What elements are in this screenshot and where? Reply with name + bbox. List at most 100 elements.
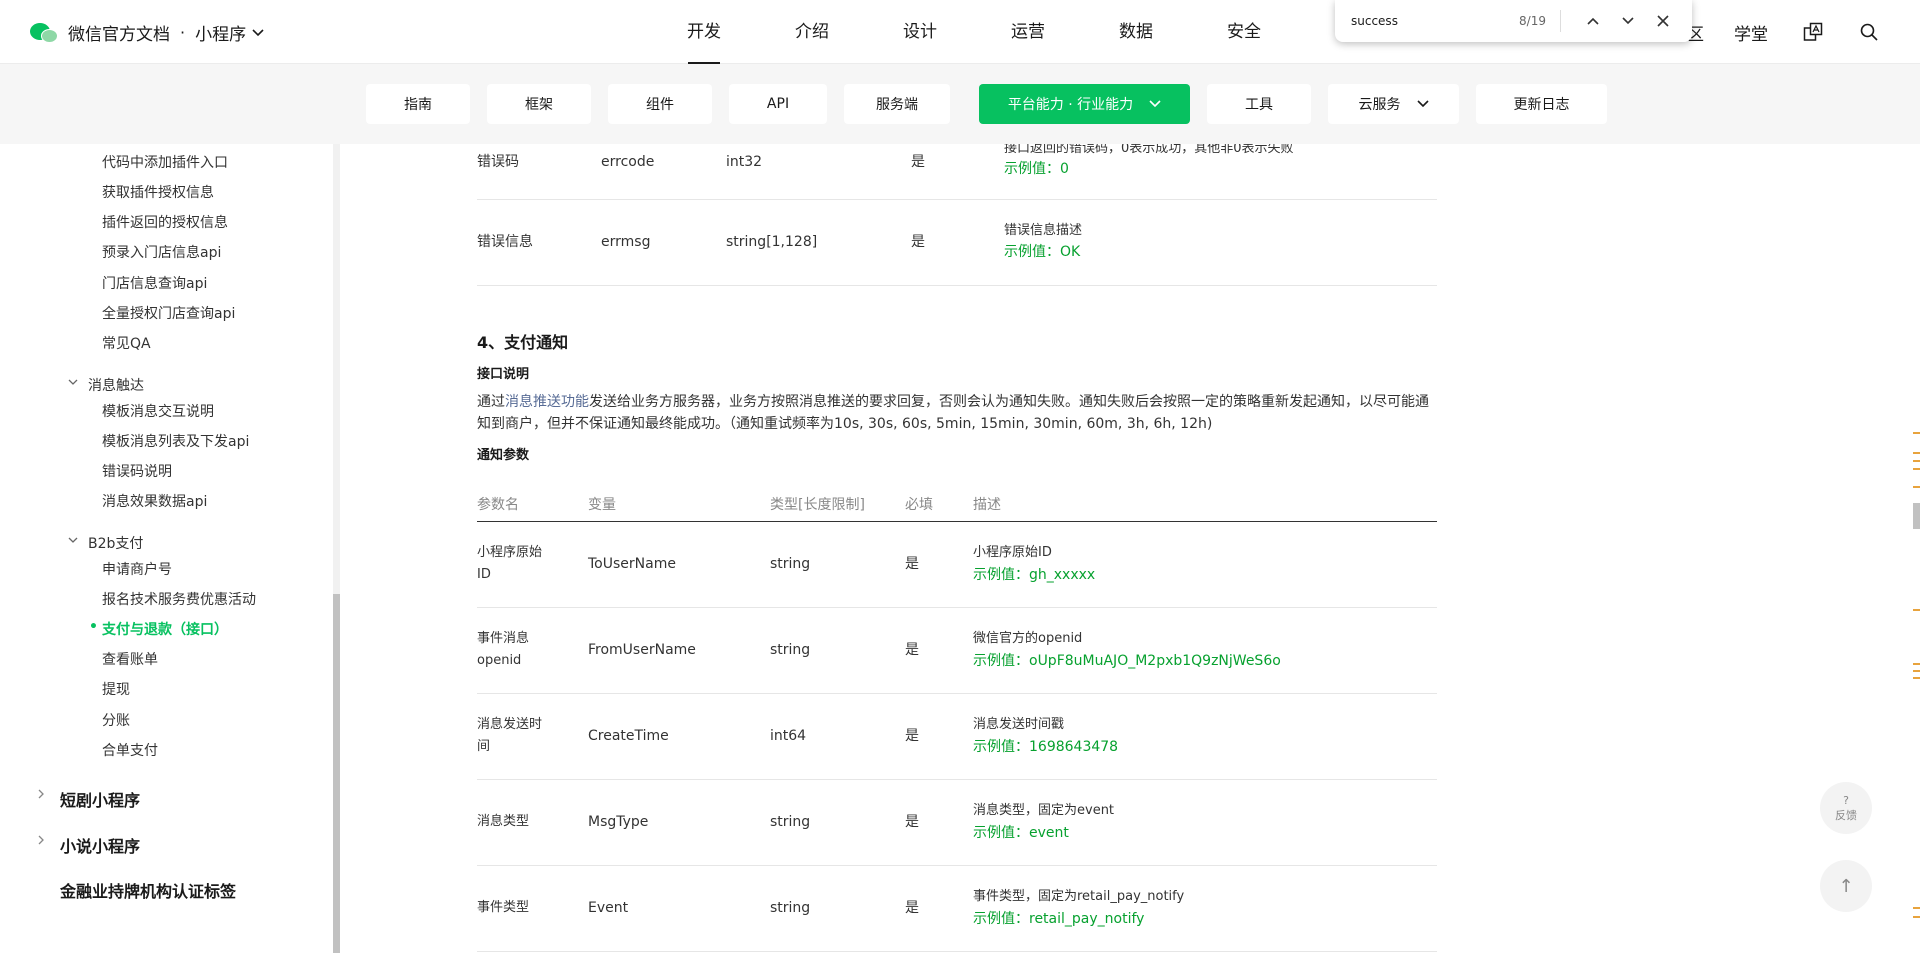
sidebar-scrollbar[interactable] xyxy=(333,594,340,953)
param-var: MsgType xyxy=(588,814,649,830)
sidebar-item[interactable]: 预录入门店信息api xyxy=(102,242,221,262)
param-desc: 消息发送时间戳 xyxy=(973,717,1065,732)
sidebar-section-short-drama[interactable]: 短剧小程序 xyxy=(38,787,141,811)
tab-components[interactable]: 组件 xyxy=(608,84,712,124)
param-example: 示例值：gh_xxxxx xyxy=(973,567,1096,583)
sidebar-section-novel[interactable]: 小说小程序 xyxy=(38,833,140,857)
sidebar-item[interactable]: 申请商户号 xyxy=(102,559,172,579)
find-next-icon[interactable] xyxy=(1610,6,1645,36)
nav-dev[interactable]: 开发 xyxy=(650,0,758,64)
param-name: 消息类型 xyxy=(477,814,530,829)
find-input[interactable]: success xyxy=(1351,14,1501,28)
param-var: CreateTime xyxy=(588,728,669,744)
param-name-2: openid xyxy=(477,653,522,668)
tab-api[interactable]: API xyxy=(729,84,827,124)
brand-title[interactable]: 微信官方文档 xyxy=(68,20,170,45)
sidebar-group-msg[interactable]: 消息触达 xyxy=(68,375,144,395)
param-var: errmsg xyxy=(601,234,651,250)
param-example: 示例值：event xyxy=(973,825,1069,841)
sidebar-item[interactable]: 消息效果数据api xyxy=(102,491,207,511)
param-name: 消息发送时 xyxy=(477,717,543,732)
tab-guide[interactable]: 指南 xyxy=(366,84,470,124)
chevron-right-icon xyxy=(38,834,45,848)
sidebar-group-label: 消息触达 xyxy=(88,378,144,394)
match-marker xyxy=(1913,452,1920,454)
column-header: 类型[长度限制] xyxy=(770,497,865,513)
feedback-button[interactable]: ? 反馈 xyxy=(1820,782,1872,834)
tab-platform[interactable]: 平台能力 · 行业能力 xyxy=(979,84,1190,124)
sidebar-section-label: 短剧小程序 xyxy=(60,791,141,810)
sidebar-item[interactable]: 分账 xyxy=(102,710,130,730)
table-header: 参数名 变量 类型[长度限制] 必填 描述 xyxy=(477,484,1437,522)
table-row: 事件消息 openid FromUserName string 是 微信官方的o… xyxy=(477,608,1437,694)
column-header: 变量 xyxy=(588,497,616,513)
find-divider xyxy=(1560,10,1561,32)
msg-push-link[interactable]: 消息推送功能 xyxy=(505,394,589,410)
page-scrollbar-thumb[interactable] xyxy=(1913,503,1920,529)
chevron-down-icon xyxy=(1416,97,1429,111)
sidebar-item[interactable]: 门店信息查询api xyxy=(102,273,207,293)
nav-security[interactable]: 安全 xyxy=(1190,0,1298,64)
find-close-icon[interactable] xyxy=(1645,6,1680,36)
nav-design[interactable]: 设计 xyxy=(866,0,974,64)
param-required: 是 xyxy=(911,234,925,250)
sidebar-item[interactable]: 模板消息交互说明 xyxy=(102,401,214,421)
back-to-top-button[interactable]: ↑ xyxy=(1820,860,1872,912)
sidebar-item[interactable]: 提现 xyxy=(102,679,130,699)
sidebar-section-finance[interactable]: 金融业持牌机构认证标签 xyxy=(60,878,236,902)
match-marker xyxy=(1913,907,1920,909)
search-icon[interactable] xyxy=(1858,21,1880,43)
sidebar-item[interactable]: 模板消息列表及下发api xyxy=(102,431,249,451)
param-name: 事件类型 xyxy=(477,900,530,915)
sidebar-item[interactable]: 代码中添加插件入口 xyxy=(102,152,228,172)
nav-intro[interactable]: 介绍 xyxy=(758,0,866,64)
param-required: 是 xyxy=(905,728,919,744)
sidebar-item[interactable]: 错误码说明 xyxy=(102,461,172,481)
param-required: 是 xyxy=(905,642,919,658)
logo[interactable]: 微信官方文档 · 小程序 xyxy=(30,20,264,45)
sidebar-item[interactable]: 合单支付 xyxy=(102,740,158,760)
nav-data[interactable]: 数据 xyxy=(1082,0,1190,64)
match-marker xyxy=(1913,460,1920,462)
sidebar-item[interactable]: 全量授权门店查询api xyxy=(102,303,235,323)
column-header: 描述 xyxy=(973,497,1001,513)
sidebar-group-b2b[interactable]: B2b支付 xyxy=(68,533,143,553)
match-marker xyxy=(1913,486,1920,488)
nav-academy[interactable]: 学堂 xyxy=(1734,20,1768,45)
nav-operate[interactable]: 运营 xyxy=(974,0,1082,64)
intro-text: 发送给业务方服务器，业务方按照消息推送的要求回复，否则会认为通知失败。通知失败后… xyxy=(589,394,1429,410)
match-marker xyxy=(1913,663,1920,665)
param-type: int64 xyxy=(770,728,807,744)
param-var: errcode xyxy=(601,154,655,170)
tab-tools[interactable]: 工具 xyxy=(1207,84,1311,124)
param-desc: 微信官方的openid xyxy=(973,631,1083,646)
translate-icon[interactable] xyxy=(1802,21,1824,43)
sidebar-item[interactable]: 获取插件授权信息 xyxy=(102,182,214,202)
param-example: 示例值：oUpF8uMuAJO_M2pxb1Q9zNjWeS6o xyxy=(973,653,1281,669)
intro-text: 通过 xyxy=(477,394,505,410)
param-desc: 事件类型，固定为retail_pay_notify xyxy=(973,889,1185,904)
table-row: 事件类型 Event string 是 事件类型，固定为retail_pay_n… xyxy=(477,866,1437,952)
param-required: 是 xyxy=(911,154,925,170)
find-count: 8/19 xyxy=(1519,14,1546,28)
param-var: ToUserName xyxy=(588,556,676,572)
param-example: 示例值：0 xyxy=(1004,161,1069,177)
tab-framework[interactable]: 框架 xyxy=(487,84,591,124)
tab-server[interactable]: 服务端 xyxy=(844,84,950,124)
table-row: 错误信息 errmsg string[1,128] 是 错误信息描述 示例值：O… xyxy=(477,200,1437,286)
chevron-down-icon xyxy=(68,533,78,547)
tab-cloud[interactable]: 云服务 xyxy=(1328,84,1459,124)
sidebar-item[interactable]: 报名技术服务费优惠活动 xyxy=(102,589,256,609)
sidebar-item[interactable]: 查看账单 xyxy=(102,649,158,669)
column-header: 必填 xyxy=(905,497,933,513)
find-prev-icon[interactable] xyxy=(1575,6,1610,36)
sidebar-item-active[interactable]: 支付与退款（接口） xyxy=(89,619,228,639)
intro-paragraph: 通过消息推送功能发送给业务方服务器，业务方按照消息推送的要求回复，否则会认为通知… xyxy=(477,391,1437,435)
tab-changelog[interactable]: 更新日志 xyxy=(1476,84,1607,124)
chevron-down-icon[interactable] xyxy=(252,26,264,40)
product-switcher[interactable]: 小程序 xyxy=(195,20,246,45)
sidebar-item[interactable]: 常见QA xyxy=(102,333,151,353)
param-name-2: 间 xyxy=(477,739,491,754)
param-type: string[1,128] xyxy=(726,234,818,250)
sidebar-item[interactable]: 插件返回的授权信息 xyxy=(102,212,228,232)
